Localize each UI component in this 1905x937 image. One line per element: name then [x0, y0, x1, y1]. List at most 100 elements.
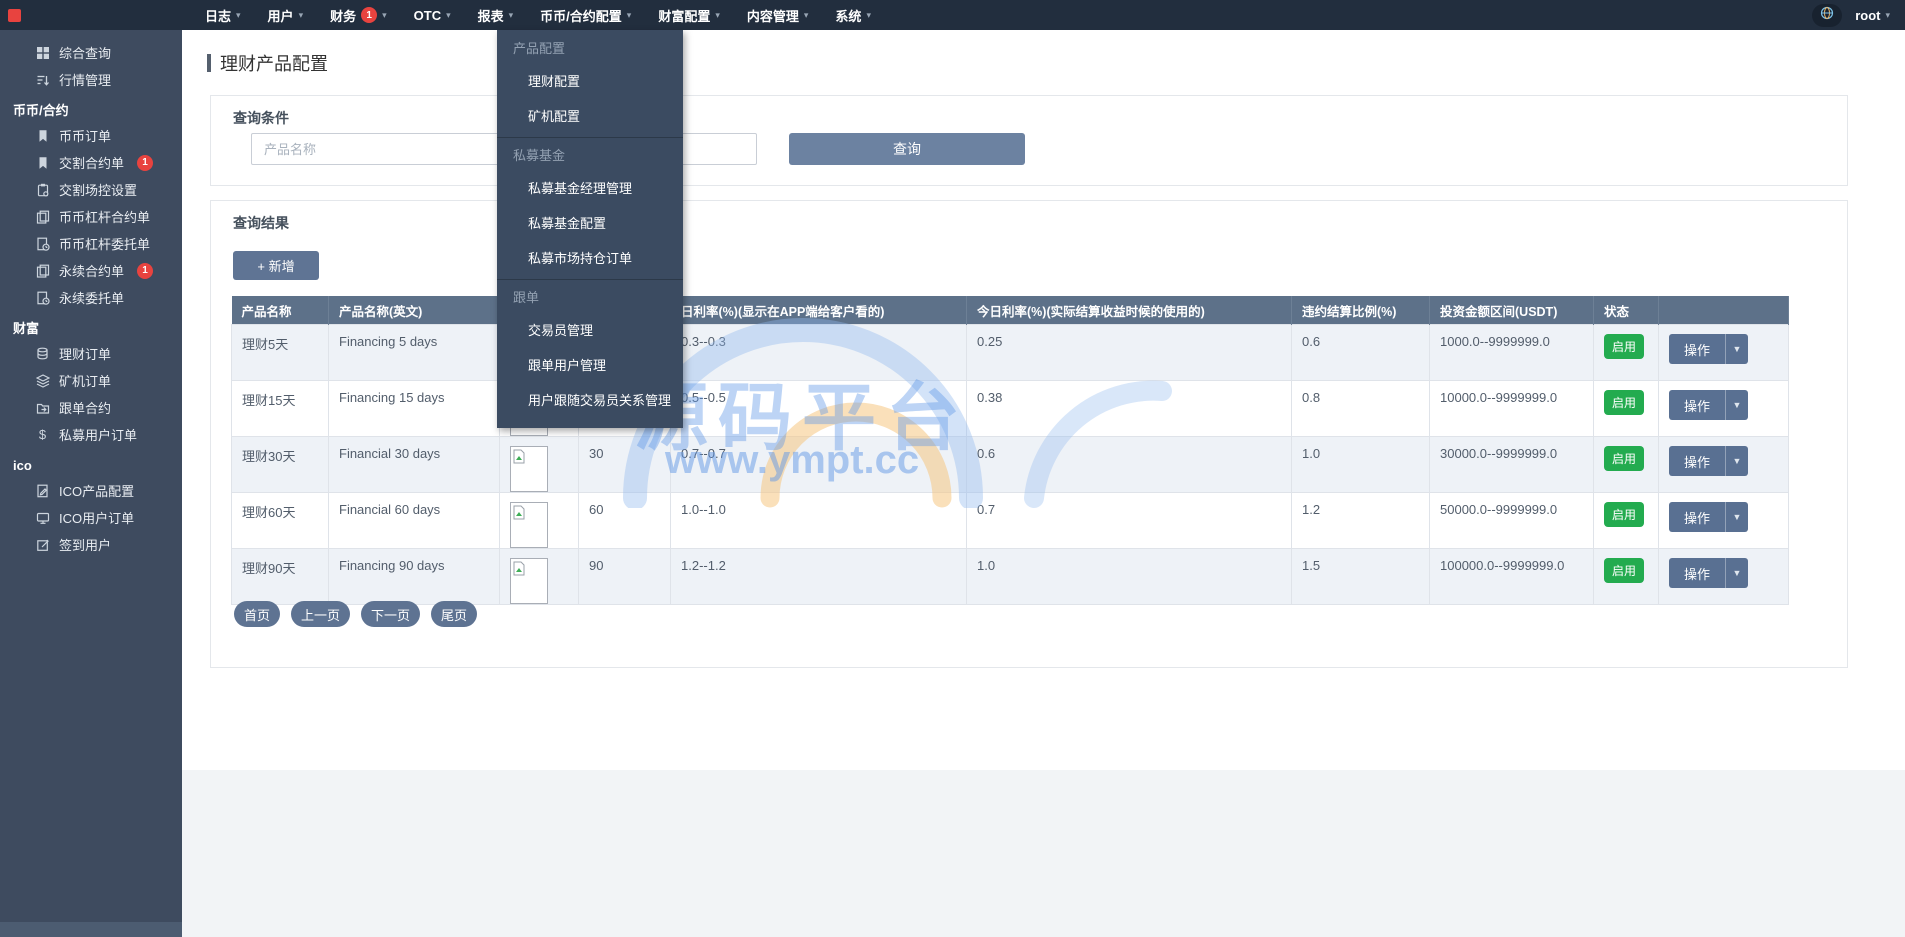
sidebar-item-perpetual-contracts[interactable]: 永续合约单 1: [0, 257, 182, 284]
sidebar-item-delivery-risk-settings[interactable]: 交割场控设置: [0, 176, 182, 203]
sidebar-item-delivery-contracts[interactable]: 交割合约单 1: [0, 149, 182, 176]
language-globe-button[interactable]: [1812, 4, 1842, 27]
nav-label: 用户: [268, 6, 294, 25]
sidebar-item-label: 综合查询: [59, 43, 111, 62]
table-row: 理财30天 Financial 30 days 30 0.7--0.7 0.6 …: [232, 437, 1789, 493]
nav-label: 报表: [478, 6, 504, 25]
cell-today-rate: 0.7: [967, 493, 1292, 549]
action-caret-button[interactable]: ▼: [1726, 334, 1748, 364]
broken-image-placeholder: [510, 502, 548, 548]
cell-image: [500, 493, 579, 549]
sidebar-item-label: 签到用户: [59, 535, 111, 554]
nav-item-reports[interactable]: 报表▾: [478, 0, 514, 30]
menu-item-user-follow-trader-mgmt[interactable]: 用户跟随交易员关系管理: [497, 383, 683, 418]
copy-icon: [35, 209, 50, 224]
nav-item-users[interactable]: 用户▾: [268, 0, 304, 30]
search-panel: 查询条件 查询: [210, 95, 1848, 186]
cell-today-rate: 0.38: [967, 381, 1292, 437]
broken-image-placeholder: [510, 558, 548, 604]
sidebar-item-copy-trade-contracts[interactable]: 跟单合约: [0, 394, 182, 421]
nav-item-otc[interactable]: OTC ▾: [414, 0, 451, 30]
bookmark-icon: [35, 128, 50, 143]
nav-label: OTC: [414, 8, 441, 23]
action-button[interactable]: 操作: [1669, 446, 1726, 476]
nav-label: 系统: [835, 6, 861, 25]
sidebar: 综合查询 行情管理 币币/合约 币币订单 交割合约单 1 交割场控设置: [0, 30, 182, 937]
cell-penalty: 0.8: [1292, 381, 1430, 437]
cell-range: 1000.0--9999999.0: [1430, 325, 1594, 381]
sidebar-item-label: 永续委托单: [59, 288, 124, 307]
add-button[interactable]: + 新增: [233, 251, 319, 280]
cell-today-rate: 0.25: [967, 325, 1292, 381]
sidebar-item-coin-leverage-entrust[interactable]: 币币杠杆委托单: [0, 230, 182, 257]
nav-item-logs[interactable]: 日志▾: [205, 0, 241, 30]
top-navbar: 日志▾ 用户▾ 财务1▾ OTC ▾ 报表▾ 币币/合约配置▾ 财富配置▾ 内容管…: [0, 0, 1905, 30]
cell-name: 理财15天: [232, 381, 329, 437]
search-button[interactable]: 查询: [789, 133, 1025, 165]
action-caret-button[interactable]: ▼: [1726, 446, 1748, 476]
cell-actions: 操作▼: [1659, 381, 1789, 437]
status-badge: 启用: [1604, 558, 1644, 583]
action-button[interactable]: 操作: [1669, 390, 1726, 420]
cell-range: 50000.0--9999999.0: [1430, 493, 1594, 549]
action-button[interactable]: 操作: [1669, 502, 1726, 532]
table-row: 理财90天 Financing 90 days 90 1.2--1.2 1.0 …: [232, 549, 1789, 605]
nav-item-coin-contract-config[interactable]: 币币/合约配置▾: [540, 0, 631, 30]
action-caret-button[interactable]: ▼: [1726, 502, 1748, 532]
pagination-first[interactable]: 首页: [234, 601, 280, 627]
sidebar-item-ico-product-config[interactable]: ICO产品配置: [0, 477, 182, 504]
cell-status: 启用: [1594, 493, 1659, 549]
menu-item-private-fund-manager[interactable]: 私募基金经理管理: [497, 171, 683, 206]
sidebar-list: 综合查询 行情管理 币币/合约 币币订单 交割合约单 1 交割场控设置: [0, 30, 182, 558]
sidebar-item-ico-user-orders[interactable]: ICO用户订单: [0, 504, 182, 531]
sidebar-item-overview-query[interactable]: 综合查询: [0, 39, 182, 66]
action-split-button: 操作▼: [1669, 446, 1748, 476]
action-caret-button[interactable]: ▼: [1726, 558, 1748, 588]
nav-item-content-mgmt[interactable]: 内容管理▾: [747, 0, 809, 30]
market-chart-icon: [35, 72, 50, 87]
nav-item-wealth-config[interactable]: 财富配置▾: [658, 0, 720, 30]
action-button[interactable]: 操作: [1669, 558, 1726, 588]
sidebar-section-wealth: 财富: [0, 317, 182, 340]
cell-days: 60: [579, 493, 671, 549]
sidebar-item-market-mgmt[interactable]: 行情管理: [0, 66, 182, 93]
sidebar-collapse-bar[interactable]: [0, 922, 182, 937]
menu-item-private-market-positions[interactable]: 私募市场持仓订单: [497, 241, 683, 276]
user-menu[interactable]: root▾: [1855, 8, 1890, 23]
sidebar-item-label: 私募用户订单: [59, 425, 137, 444]
sidebar-item-label: ICO用户订单: [59, 508, 134, 527]
action-caret-button[interactable]: ▼: [1726, 390, 1748, 420]
sidebar-item-miner-orders[interactable]: 矿机订单: [0, 367, 182, 394]
sidebar-item-checkin-users[interactable]: 签到用户: [0, 531, 182, 558]
menu-divider: [497, 279, 683, 280]
sidebar-item-coin-orders[interactable]: 币币订单: [0, 122, 182, 149]
cell-range: 10000.0--9999999.0: [1430, 381, 1594, 437]
menu-item-trader-mgmt[interactable]: 交易员管理: [497, 313, 683, 348]
action-button[interactable]: 操作: [1669, 334, 1726, 364]
sidebar-item-coin-leverage-contracts[interactable]: 币币杠杆合约单: [0, 203, 182, 230]
pagination-next[interactable]: 下一页: [361, 601, 420, 627]
chevron-down-icon: ▾: [446, 11, 451, 20]
nav-item-finance[interactable]: 财务1▾: [330, 0, 387, 30]
col-status: 状态: [1594, 296, 1659, 325]
pagination-prev[interactable]: 上一页: [291, 601, 350, 627]
col-daily-rate: 日利率(%)(显示在APP端给客户看的): [671, 296, 967, 325]
menu-item-financing-config[interactable]: 理财配置: [497, 64, 683, 99]
cell-range: 30000.0--9999999.0: [1430, 437, 1594, 493]
nav-item-system[interactable]: 系统▾: [835, 0, 871, 30]
grid-icon: [35, 45, 50, 60]
globe-icon: [1820, 6, 1834, 25]
sidebar-item-label: 币币杠杆委托单: [59, 234, 150, 253]
sidebar-item-private-fund-user-orders[interactable]: $ 私募用户订单: [0, 421, 182, 448]
nav-label: 币币/合约配置: [540, 6, 622, 25]
cell-name: 理财5天: [232, 325, 329, 381]
cell-name-en: Financial 30 days: [329, 437, 500, 493]
sidebar-item-perpetual-entrust[interactable]: 永续委托单: [0, 284, 182, 311]
logo-mark: [8, 9, 21, 22]
menu-item-miner-config[interactable]: 矿机配置: [497, 99, 683, 134]
sidebar-section-coin-contract: 币币/合约: [0, 99, 182, 122]
pagination-last[interactable]: 尾页: [431, 601, 477, 627]
menu-item-copy-trade-user-mgmt[interactable]: 跟单用户管理: [497, 348, 683, 383]
menu-item-private-fund-config[interactable]: 私募基金配置: [497, 206, 683, 241]
sidebar-item-financing-orders[interactable]: 理财订单: [0, 340, 182, 367]
